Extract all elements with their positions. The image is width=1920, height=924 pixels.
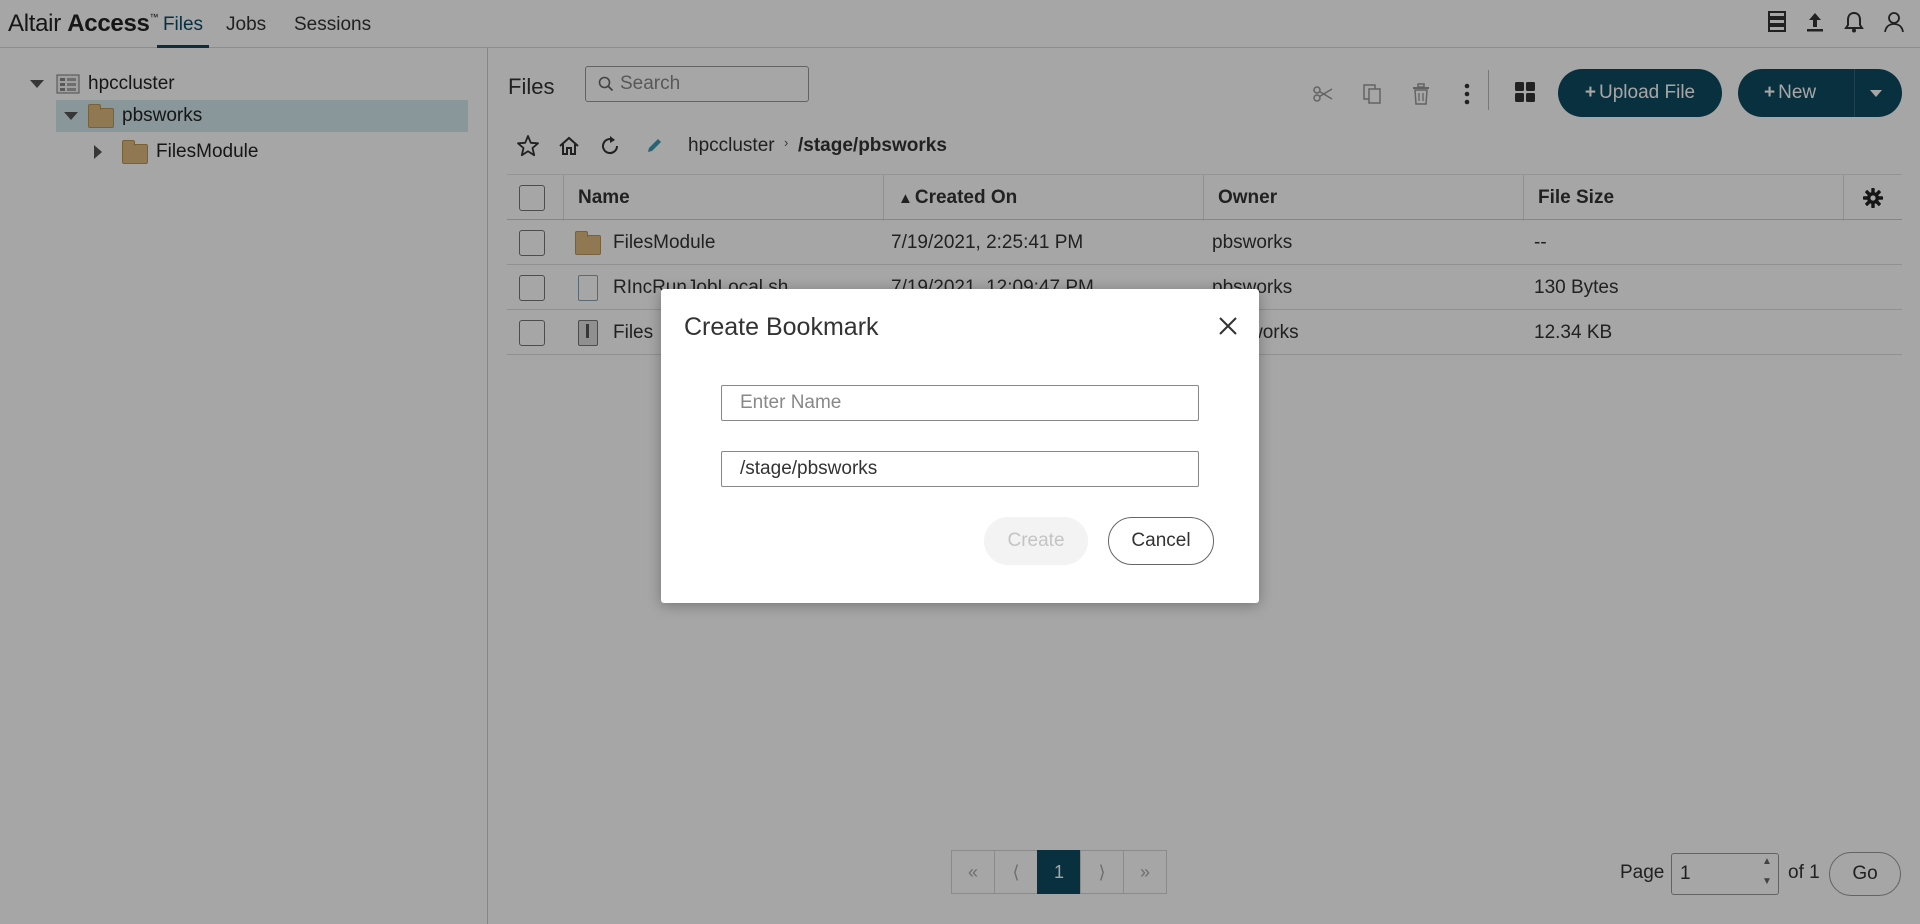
cancel-button[interactable]: Cancel	[1108, 517, 1214, 565]
close-icon[interactable]	[1215, 313, 1241, 339]
dialog-title: Create Bookmark	[684, 313, 879, 341]
create-bookmark-dialog: Create Bookmark Enter Name /stage/pbswor…	[661, 289, 1259, 603]
create-button[interactable]: Create	[984, 517, 1088, 565]
bookmark-path-input[interactable]: /stage/pbsworks	[721, 451, 1199, 487]
bookmark-name-input[interactable]: Enter Name	[721, 385, 1199, 421]
